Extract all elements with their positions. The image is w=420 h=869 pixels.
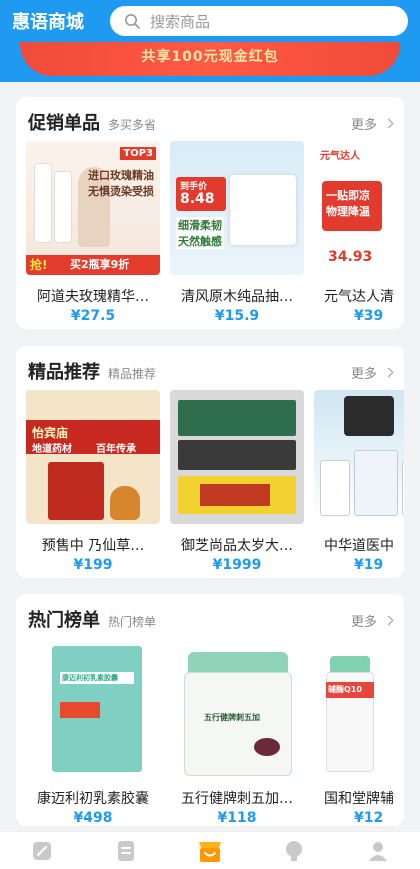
tab-edit[interactable] <box>22 836 62 866</box>
product-price: ¥39 <box>354 308 384 324</box>
product-image <box>170 390 304 524</box>
product-card[interactable]: 五行健牌刺五加 五行健牌刺五加… ¥118 <box>170 642 304 826</box>
product-image <box>314 390 404 524</box>
shop-icon <box>199 841 221 862</box>
product-name: 中华道医中 <box>324 538 394 554</box>
product-card[interactable]: 辅酶Q10 国和堂牌辅 ¥12 <box>314 642 404 826</box>
section-hot: 热门榜单 热门榜单 更多 康迈利初乳素胶囊 康迈利初乳素胶囊 ¥498 五行健牌… <box>16 594 404 826</box>
product-name: 御芝尚品太岁大… <box>181 538 293 554</box>
list-icon <box>118 840 134 861</box>
brand-title: 惠语商城 <box>12 12 84 33</box>
product-price: ¥19 <box>354 557 384 573</box>
chevron-right-icon <box>383 615 394 626</box>
tab-shop[interactable] <box>190 836 230 866</box>
more-link[interactable]: 更多 <box>351 114 394 133</box>
tab-list[interactable] <box>106 836 146 866</box>
edit-icon <box>33 841 51 860</box>
tab-profile[interactable] <box>358 836 398 866</box>
product-image: 到手价 8.48 细滑柔韧 天然触感 <box>170 141 304 275</box>
product-price: ¥199 <box>73 557 113 573</box>
app-header: 惠语商城 搜索商品 <box>0 0 420 42</box>
promo-banner[interactable]: 共享100元现金红包 <box>0 22 420 82</box>
product-image: 五行健牌刺五加 <box>170 642 304 782</box>
product-card[interactable]: 元气达人 一贴即凉 物理降温 34.93 元气达人清 ¥39 <box>314 141 404 324</box>
product-name: 预售中 乃仙草… <box>41 538 145 554</box>
product-price: ¥498 <box>73 810 113 826</box>
chevron-right-icon <box>383 367 394 378</box>
section-recommend: 精品推荐 精品推荐 更多 怡宾庙 地道药材 百年传承 预售中 乃仙草… ¥199 <box>16 346 404 578</box>
product-price: ¥1999 <box>212 557 262 573</box>
product-image: 辅酶Q10 <box>314 642 404 782</box>
product-image: TOP3 进口玫瑰精油 无惧烫染受损 抢! 买2瓶享9折 <box>26 141 160 275</box>
product-name: 国和堂牌辅 <box>324 791 394 807</box>
section-subtitle: 精品推荐 <box>108 367 157 381</box>
product-card[interactable]: 到手价 8.48 细滑柔韧 天然触感 清风原木纯品抽… ¥15.9 <box>170 141 304 324</box>
more-link[interactable]: 更多 <box>351 363 394 382</box>
product-price: ¥27.5 <box>70 308 116 324</box>
section-subtitle: 热门榜单 <box>108 615 157 629</box>
chevron-right-icon <box>383 118 394 129</box>
section-promotion: 促销单品 多买多省 更多 TOP3 进口玫瑰精油 无惧烫染受损 抢! 买2瓶享9… <box>16 97 404 329</box>
more-link[interactable]: 更多 <box>351 611 394 630</box>
product-image: 怡宾庙 地道药材 百年传承 <box>26 390 160 524</box>
product-card[interactable]: 御芝尚品太岁大… ¥1999 <box>170 390 304 573</box>
product-image: 康迈利初乳素胶囊 <box>26 642 160 782</box>
product-name: 康迈利初乳素胶囊 <box>37 791 149 807</box>
product-card[interactable]: 康迈利初乳素胶囊 康迈利初乳素胶囊 ¥498 <box>26 642 160 826</box>
user-icon <box>369 841 387 861</box>
product-price: ¥15.9 <box>214 308 260 324</box>
product-card[interactable]: 怡宾庙 地道药材 百年传承 预售中 乃仙草… ¥199 <box>26 390 160 573</box>
search-placeholder: 搜索商品 <box>150 12 211 31</box>
product-name: 阿道夫玫瑰精华… <box>37 289 149 305</box>
product-price: ¥118 <box>217 810 257 826</box>
product-name: 五行健牌刺五加… <box>181 791 293 807</box>
section-title: 促销单品 <box>28 113 100 134</box>
tab-discover[interactable] <box>274 836 314 866</box>
section-title: 精品推荐 <box>28 362 100 383</box>
product-card[interactable]: 中华道医中 ¥19 <box>314 390 404 573</box>
banner-text: 共享100元现金红包 <box>141 49 279 65</box>
bulb-icon <box>286 840 302 861</box>
search-icon <box>125 14 140 29</box>
section-subtitle: 多买多省 <box>108 118 157 132</box>
bottom-tabbar <box>0 831 420 869</box>
product-name: 元气达人清 <box>324 289 394 305</box>
search-box[interactable]: 搜索商品 <box>110 6 408 36</box>
product-name: 清风原木纯品抽… <box>181 289 293 305</box>
product-card[interactable]: TOP3 进口玫瑰精油 无惧烫染受损 抢! 买2瓶享9折 阿道夫玫瑰精华… ¥2… <box>26 141 160 324</box>
product-image: 元气达人 一贴即凉 物理降温 34.93 <box>314 141 404 275</box>
section-title: 热门榜单 <box>28 610 100 631</box>
product-price: ¥12 <box>354 810 384 826</box>
